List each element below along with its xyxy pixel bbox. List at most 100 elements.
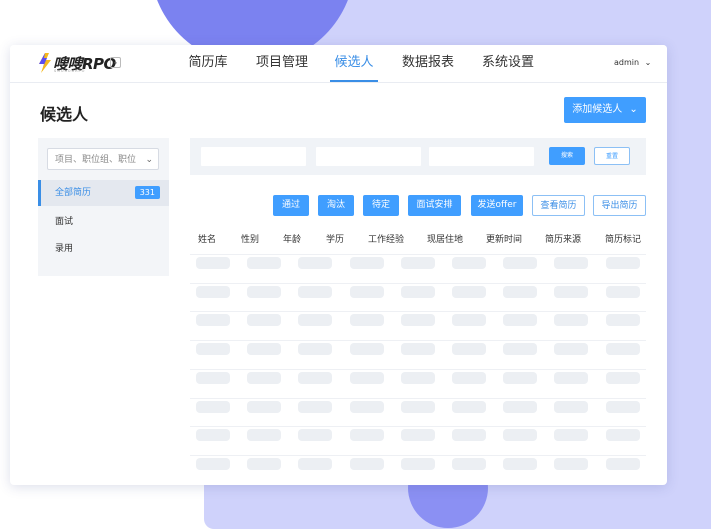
loading-placeholder-cell (349, 457, 384, 470)
loading-placeholder-cell (196, 400, 230, 413)
loading-placeholder-cell (605, 400, 640, 413)
nav-candidates[interactable]: 候选人 (330, 45, 378, 82)
loading-placeholder-cell (349, 314, 384, 327)
loading-placeholder-cell (503, 257, 538, 269)
filter-input-2[interactable] (316, 147, 421, 166)
row-divider (190, 426, 646, 428)
sidebar-item-hired[interactable]: 录用 (38, 236, 169, 262)
column-header-experience: 工作经验 (368, 235, 405, 245)
loading-placeholder-cell (196, 371, 230, 384)
chevron-down-icon: ⌄ (145, 155, 153, 165)
send-offer-button[interactable]: 发送offer (471, 195, 523, 216)
sidebar-item-label: 全部简历 (55, 188, 92, 198)
loading-placeholder-cell (503, 457, 538, 470)
loading-placeholder-cell (503, 314, 538, 327)
loading-placeholder-cell (247, 285, 282, 298)
row-divider (190, 397, 646, 399)
export-resume-button[interactable]: 导出简历 (593, 195, 646, 216)
loading-placeholder-cell (452, 429, 486, 442)
loading-placeholder-cell (554, 371, 589, 384)
loading-placeholder-cell (349, 400, 384, 413)
loading-placeholder-cell (605, 457, 640, 470)
schedule-interview-button[interactable]: 面试安排 (408, 195, 461, 216)
loading-placeholder-cell (452, 314, 486, 327)
loading-placeholder-cell (503, 429, 538, 442)
loading-placeholder-cell (400, 457, 435, 470)
loading-placeholder-cell (247, 457, 282, 470)
nav-system-settings[interactable]: 系统设置 (482, 45, 534, 80)
loading-placeholder-cell (349, 285, 384, 298)
loading-placeholder-cell (247, 343, 282, 356)
loading-placeholder-cell (605, 371, 640, 384)
loading-placeholder-cell (196, 457, 230, 470)
loading-placeholder-cell (196, 285, 230, 298)
loading-placeholder-cell (452, 457, 486, 470)
column-header-location: 现居住地 (427, 235, 464, 245)
loading-placeholder-cell (196, 343, 230, 356)
loading-placeholder-cell (554, 429, 589, 442)
add-candidate-button[interactable]: 添加候选人 ⌄ (564, 97, 646, 123)
loading-placeholder-cell (400, 257, 435, 269)
loading-placeholder-cell (400, 429, 435, 442)
loading-placeholder-cell (452, 371, 486, 384)
row-divider (190, 311, 646, 313)
select-placeholder: 项目、职位组、职位 (55, 155, 137, 165)
reject-button[interactable]: 淘汰 (318, 195, 354, 216)
app-window: 嗖嗖RPO SOUSOURPO ⌄ 简历库 项目管理 候选人 数据报表 系统设置… (10, 45, 667, 485)
sidebar-item-interview[interactable]: 面试 (38, 209, 169, 235)
loading-placeholder-cell (298, 371, 333, 384)
view-resume-button[interactable]: 查看简历 (532, 195, 585, 216)
filter-input-1[interactable] (201, 147, 306, 166)
loading-placeholder-cell (298, 343, 333, 356)
loading-placeholder-cell (247, 400, 282, 413)
loading-placeholder-cell (400, 400, 435, 413)
project-filter-select[interactable]: 项目、职位组、职位 ⌄ (47, 148, 159, 170)
loading-placeholder-cell (605, 429, 640, 442)
column-header-gender: 性别 (241, 235, 260, 245)
search-button[interactable]: 搜索 (549, 147, 585, 165)
column-header-tag: 简历标记 (605, 235, 642, 245)
loading-placeholder-cell (554, 400, 589, 413)
sidebar: 项目、职位组、职位 ⌄ 全部简历 331 面试 录用 (38, 138, 169, 276)
loading-placeholder-cell (452, 257, 486, 269)
loading-placeholder-cell (554, 257, 589, 269)
nav-project-management[interactable]: 项目管理 (256, 45, 308, 80)
loading-placeholder-cell (605, 285, 640, 298)
username: admin (614, 58, 640, 67)
nav-data-reports[interactable]: 数据报表 (402, 45, 454, 80)
filter-input-3[interactable] (429, 147, 534, 166)
row-divider (190, 340, 646, 342)
lightning-logo-icon (39, 53, 51, 73)
nav-resume-library[interactable]: 简历库 (188, 45, 228, 80)
pass-button[interactable]: 通过 (273, 195, 309, 216)
loading-placeholder-cell (400, 343, 435, 356)
sidebar-item-label: 面试 (55, 217, 74, 227)
pending-button[interactable]: 待定 (363, 195, 399, 216)
column-header-education: 学历 (326, 235, 345, 245)
loading-placeholder-cell (452, 400, 486, 413)
logo-dropdown-chevron-icon[interactable]: ⌄ (110, 57, 121, 68)
loading-placeholder-cell (349, 429, 384, 442)
column-header-updated: 更新时间 (486, 235, 523, 245)
sidebar-item-all-resumes[interactable]: 全部简历 331 (38, 180, 169, 206)
user-menu[interactable]: admin ⌄ (614, 58, 651, 67)
sidebar-item-label: 录用 (55, 244, 74, 254)
loading-placeholder-cell (503, 400, 538, 413)
row-divider (190, 282, 646, 284)
loading-placeholder-cell (298, 285, 333, 298)
add-candidate-label: 添加候选人 (572, 104, 623, 115)
row-divider (190, 254, 646, 255)
loading-placeholder-cell (452, 343, 486, 356)
loading-placeholder-cell (349, 371, 384, 384)
loading-placeholder-cell (554, 314, 589, 327)
reset-button[interactable]: 重置 (594, 147, 630, 165)
loading-placeholder-cell (196, 314, 230, 327)
column-header-age: 年龄 (283, 235, 302, 245)
loading-placeholder-cell (196, 257, 230, 269)
loading-placeholder-cell (298, 314, 333, 327)
loading-placeholder-cell (605, 314, 640, 327)
row-divider (190, 454, 646, 456)
loading-placeholder-cell (503, 285, 538, 298)
count-badge: 331 (134, 186, 160, 199)
loading-placeholder-cell (503, 343, 538, 356)
